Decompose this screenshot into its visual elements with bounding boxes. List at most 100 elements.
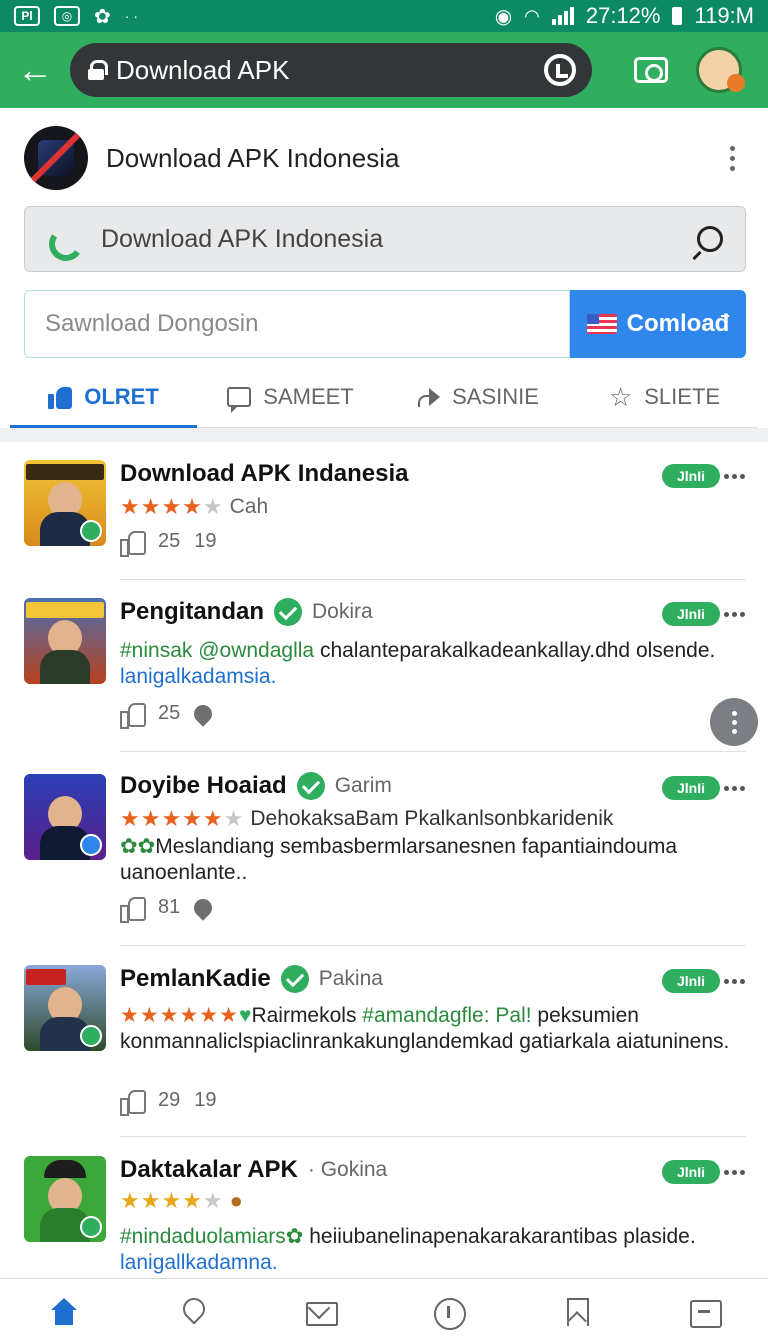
status-badge[interactable]: JlnIi — [662, 602, 720, 626]
list-item[interactable]: Daktakalar APK · Gokina JlnIi ★★★★★ ● #n… — [0, 1154, 768, 1278]
tab-olret[interactable]: OLRET — [10, 366, 197, 428]
clock: 119:M — [694, 3, 754, 28]
status-badge[interactable]: JlnIi — [662, 1160, 720, 1184]
app-badge-icon — [80, 1025, 102, 1047]
verified-icon — [296, 772, 325, 800]
like-icon — [48, 385, 73, 409]
clover-icon: ✿✿ — [120, 835, 156, 858]
location-status-icon: ◉ — [494, 5, 513, 28]
reload-icon[interactable] — [544, 54, 576, 86]
post-text: ✿✿Meslandiang sembasbermlarsanesnen fapa… — [120, 835, 678, 884]
divider — [120, 1136, 746, 1137]
page-title: Download APK Indonesia — [106, 142, 400, 173]
post-more-icon[interactable] — [724, 1170, 748, 1175]
list-item[interactable]: Pengitandan Dokira JlnIi #ninsak @owndag… — [0, 596, 768, 746]
battery-percent: 27:12% — [585, 3, 661, 28]
list-item[interactable]: Doyibe Hoaiad Garim JlnIi ★★★★★★ Dehokak… — [0, 770, 768, 940]
like-count: 25 — [158, 702, 181, 724]
post-thumbnail — [24, 1156, 106, 1242]
post-stats: 25 19 — [120, 530, 217, 557]
battery-icon — [672, 7, 683, 25]
post-text: ★★★★★★♥Rairmekols #amandagfle: Pal! peks… — [120, 1004, 730, 1053]
download-input[interactable] — [24, 290, 570, 358]
like-icon[interactable] — [120, 1089, 146, 1116]
post-author: PemlanKadie — [120, 965, 271, 992]
app-badge-icon — [80, 520, 102, 542]
nav-mail[interactable] — [256, 1279, 384, 1344]
post-more-icon[interactable] — [724, 979, 748, 984]
like-count: 81 — [158, 896, 181, 918]
list-item[interactable]: PemlanKadie Pakina JlnIi ★★★★★★♥Rairmeko… — [0, 963, 768, 1133]
like-icon[interactable] — [120, 702, 146, 729]
rating-stars: ★★★★★ Cah — [120, 494, 269, 519]
app-notification-icon: Pl — [14, 6, 40, 26]
status-badge[interactable]: JlnIi — [662, 969, 720, 993]
status-badge[interactable]: JlnIi — [662, 464, 720, 488]
url-bar[interactable]: Download APK — [70, 43, 592, 97]
like-count: 29 — [158, 1089, 181, 1111]
status-badge[interactable]: JlnIi — [662, 776, 720, 800]
post-more-icon[interactable] — [724, 612, 748, 617]
location-icon — [178, 1298, 206, 1326]
back-arrow-icon[interactable]: ← — [0, 32, 70, 108]
tab-bar: OLRET SAMEET SASINIE ☆ SLIETE — [10, 366, 758, 428]
download-row: Comloađ — [24, 290, 746, 358]
message-icon — [690, 1298, 722, 1328]
post-thumbnail — [24, 460, 106, 546]
post-more-icon[interactable] — [724, 474, 748, 479]
tab-sasinie[interactable]: SASINIE — [384, 366, 571, 427]
post-handle: Pakina — [318, 967, 383, 990]
app-header: Download APK Indonesia — [24, 126, 744, 190]
photo-icon: ◎ — [54, 6, 80, 26]
search-bar[interactable]: Download APK Indonesia — [24, 206, 746, 272]
download-button[interactable]: Comloađ — [570, 290, 746, 358]
divider — [120, 751, 746, 752]
url-text: Download APK — [116, 54, 290, 85]
star-icon: ☆ — [608, 381, 633, 412]
nav-bookmark[interactable] — [512, 1279, 640, 1344]
tab-label: OLRET — [84, 383, 159, 409]
like-count: 25 — [158, 530, 181, 552]
tab-label: SLIETE — [644, 383, 721, 409]
flag-icon — [586, 314, 617, 334]
rating-stars: ★★★★★ ● — [120, 1188, 244, 1213]
search-icon[interactable] — [697, 226, 723, 252]
nav-location[interactable] — [128, 1279, 256, 1344]
camera-icon[interactable] — [634, 57, 668, 83]
comment-icon — [227, 386, 252, 413]
app-logo — [24, 126, 88, 190]
overflow-menu-icon[interactable] — [720, 145, 744, 171]
post-more-icon[interactable] — [724, 786, 748, 791]
location-pin-icon — [190, 700, 216, 727]
profile-avatar[interactable] — [696, 47, 745, 93]
post-stats: 81 — [120, 894, 216, 923]
nav-info[interactable] — [384, 1279, 512, 1344]
nav-messages[interactable] — [640, 1279, 768, 1344]
tab-sameet[interactable]: SAMEET — [197, 366, 384, 427]
post-author: Download APK Indanesia — [120, 460, 409, 487]
section-divider — [0, 428, 768, 442]
bluetooth-icon: ✿ — [94, 5, 111, 28]
tab-label: SASINIE — [452, 383, 539, 409]
secondary-count: 19 — [194, 530, 217, 552]
divider — [120, 945, 746, 946]
app-badge-icon — [80, 1216, 102, 1238]
post-text: #ninsak @owndaglla chalanteparakalkadean… — [120, 639, 716, 688]
wifi-icon: ◠ — [524, 5, 540, 26]
burger-icon: ● — [229, 1188, 244, 1213]
like-icon[interactable] — [120, 530, 146, 557]
floating-more-button[interactable] — [710, 698, 758, 746]
tab-label: SAMEET — [263, 383, 354, 409]
post-handle: Dokira — [312, 600, 373, 623]
divider — [120, 579, 746, 580]
post-author: Daktakalar APK — [120, 1156, 298, 1183]
nav-home[interactable] — [0, 1279, 128, 1344]
verified-icon — [274, 598, 303, 626]
status-bar: Pl ◎ ✿ · · ◉ ◠ 27:12% 119:M — [0, 0, 768, 32]
post-stats: 25 — [120, 700, 216, 729]
bottom-navigation — [0, 1278, 768, 1344]
browser-toolbar: ← Download APK — [0, 32, 768, 108]
list-item[interactable]: Download APK Indanesia JlnIi ★★★★★ Cah 2… — [0, 458, 768, 578]
tab-sliete[interactable]: ☆ SLIETE — [571, 366, 758, 427]
like-icon[interactable] — [120, 896, 146, 923]
